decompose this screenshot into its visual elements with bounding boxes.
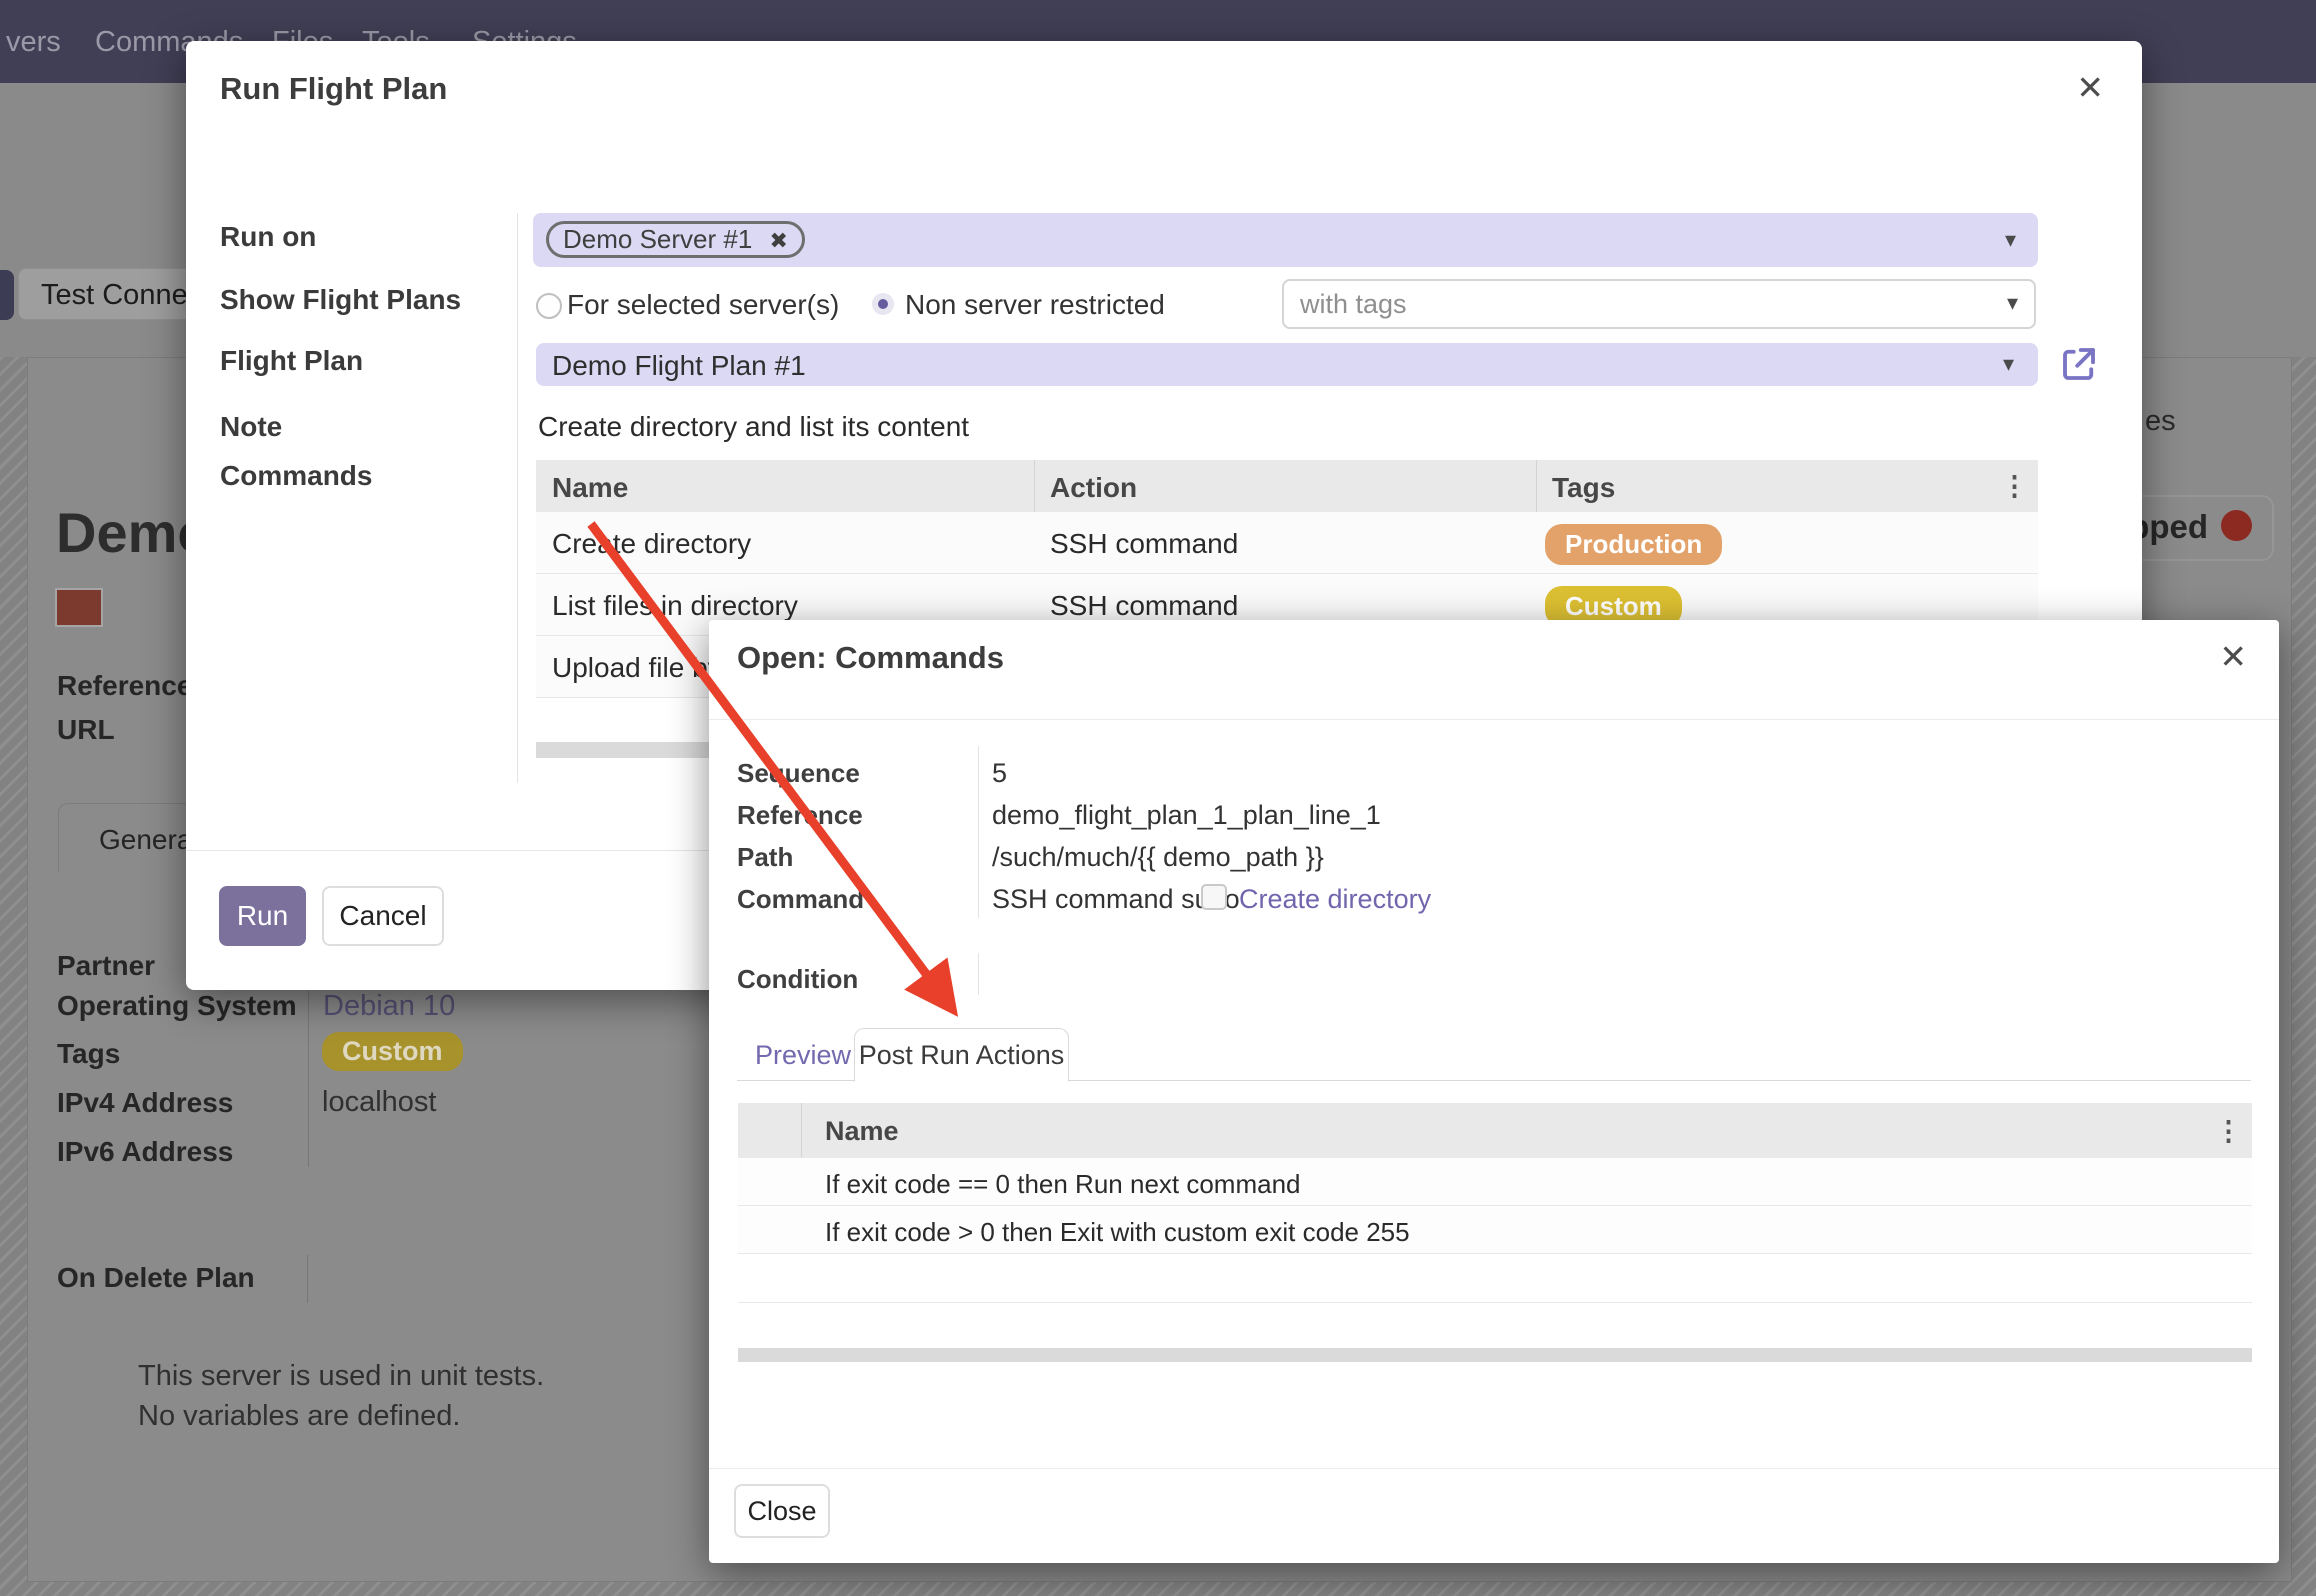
radio-non-server-restricted-label[interactable]: Non server restricted bbox=[905, 289, 1165, 321]
flight-plan-select[interactable]: Demo Flight Plan #1 ▾ bbox=[536, 343, 2038, 386]
row-divider bbox=[738, 1302, 2252, 1303]
label-divider bbox=[978, 746, 979, 918]
footer-divider bbox=[709, 1468, 2279, 1469]
plan-description: Create directory and list its content bbox=[538, 411, 969, 443]
table-row[interactable]: If exit code == 0 then Run next command bbox=[738, 1158, 2252, 1206]
table-row[interactable]: If exit code > 0 then Exit with custom e… bbox=[738, 1206, 2252, 1254]
unit-test-note-line2: No variables are defined. bbox=[138, 1400, 460, 1433]
column-divider bbox=[1034, 460, 1035, 512]
create-directory-checkbox[interactable] bbox=[1201, 884, 1227, 910]
server-tag-label: Demo Server #1 bbox=[563, 224, 752, 254]
radio-non-server-restricted[interactable] bbox=[872, 293, 894, 315]
sequence-label: Sequence bbox=[737, 758, 860, 789]
server-tag-badge: Custom bbox=[322, 1032, 463, 1071]
open-commands-modal: Open: Commands ✕ Sequence Reference Path… bbox=[709, 620, 2279, 1563]
nav-item-servers[interactable]: vers bbox=[6, 26, 61, 59]
ipv4-label: IPv4 Address bbox=[57, 1087, 233, 1119]
column-divider bbox=[1536, 460, 1537, 512]
ipv4-value: localhost bbox=[322, 1086, 436, 1119]
header-divider bbox=[709, 719, 2279, 720]
row-action: SSH command bbox=[1050, 590, 1238, 622]
modal-title: Run Flight Plan bbox=[220, 71, 447, 107]
path-value: /such/much/{{ demo_path }} bbox=[992, 842, 1324, 873]
on-delete-plan-label: On Delete Plan bbox=[57, 1262, 255, 1294]
ipv6-label: IPv6 Address bbox=[57, 1136, 233, 1168]
with-tags-placeholder: with tags bbox=[1300, 289, 1407, 320]
color-swatch[interactable] bbox=[55, 588, 103, 627]
show-flight-plans-label: Show Flight Plans bbox=[220, 284, 461, 316]
col-name[interactable]: Name bbox=[825, 1116, 899, 1147]
os-value-link[interactable]: Debian 10 bbox=[323, 990, 455, 1023]
row-name: List files in directory bbox=[552, 590, 798, 622]
form-divider bbox=[307, 1255, 308, 1303]
reference-label: Reference bbox=[737, 800, 863, 831]
table-row[interactable]: Create directory SSH command Production bbox=[536, 512, 2038, 574]
commands-label: Commands bbox=[220, 460, 372, 492]
reference-label: Reference bbox=[57, 670, 192, 702]
external-link-icon[interactable] bbox=[2058, 343, 2100, 385]
unit-test-note-line1: This server is used in unit tests. bbox=[138, 1360, 544, 1393]
tags-label: Tags bbox=[57, 1038, 120, 1070]
path-label: Path bbox=[737, 842, 793, 873]
command-label: Command bbox=[737, 884, 864, 915]
close-button[interactable]: Close bbox=[734, 1484, 830, 1538]
os-label: Operating System bbox=[57, 990, 297, 1022]
reference-value: demo_flight_plan_1_plan_line_1 bbox=[992, 800, 1381, 831]
row-name: Create directory bbox=[552, 528, 751, 560]
app-window: vers Commands Files Tools Settings Test … bbox=[0, 0, 2316, 1596]
condition-label: Condition bbox=[737, 964, 858, 995]
row-action: SSH command bbox=[1050, 528, 1238, 560]
radio-selected-servers-label[interactable]: For selected server(s) bbox=[567, 289, 839, 321]
row-name: If exit code == 0 then Run next command bbox=[825, 1169, 1301, 1200]
label-divider bbox=[517, 213, 518, 783]
table-options-icon[interactable]: ⋮ bbox=[2001, 471, 2028, 502]
create-directory-link[interactable]: Create directory bbox=[1239, 884, 1431, 915]
run-on-label: Run on bbox=[220, 221, 316, 253]
row-tag-badge: Production bbox=[1545, 524, 1722, 565]
col-tags[interactable]: Tags bbox=[1552, 472, 1615, 504]
run-on-field[interactable]: Demo Server #1 ✖ ▾ bbox=[533, 213, 2038, 267]
chevron-down-icon[interactable]: ▾ bbox=[2005, 227, 2016, 253]
chevron-down-icon[interactable]: ▾ bbox=[2007, 290, 2018, 316]
col-name[interactable]: Name bbox=[552, 472, 628, 504]
remove-tag-icon[interactable]: ✖ bbox=[770, 228, 788, 253]
col-action[interactable]: Action bbox=[1050, 472, 1137, 504]
edit-button-fragment[interactable] bbox=[0, 270, 14, 320]
chatter-tab-fragment[interactable]: es bbox=[2145, 405, 2176, 438]
cancel-button[interactable]: Cancel bbox=[322, 886, 444, 946]
tab-preview[interactable]: Preview bbox=[755, 1040, 851, 1071]
server-tag-chip[interactable]: Demo Server #1 ✖ bbox=[546, 221, 805, 258]
with-tags-select[interactable]: with tags ▾ bbox=[1282, 279, 2036, 329]
partner-label: Partner bbox=[57, 950, 155, 982]
close-icon[interactable]: ✕ bbox=[2219, 640, 2247, 673]
flight-plan-value: Demo Flight Plan #1 bbox=[552, 350, 806, 382]
run-button[interactable]: Run bbox=[219, 886, 306, 946]
row-divider bbox=[738, 1253, 2252, 1254]
row-name: If exit code > 0 then Exit with custom e… bbox=[825, 1217, 1410, 1248]
commands-table-header: Name Action Tags ⋮ bbox=[536, 460, 2038, 512]
label-divider bbox=[978, 953, 979, 995]
general-tab-label: General bbox=[99, 824, 199, 856]
row-name: Upload file by bbox=[552, 652, 722, 684]
chevron-down-icon[interactable]: ▾ bbox=[2003, 351, 2014, 377]
column-divider bbox=[801, 1103, 802, 1158]
sequence-value: 5 bbox=[992, 758, 1007, 789]
modal-title: Open: Commands bbox=[737, 640, 1004, 676]
radio-selected-servers[interactable] bbox=[536, 293, 562, 319]
close-icon[interactable]: ✕ bbox=[2076, 71, 2104, 104]
url-label: URL bbox=[57, 714, 115, 746]
table-scrollbar[interactable] bbox=[738, 1348, 2252, 1362]
post-run-table-header: Name ⋮ bbox=[738, 1103, 2252, 1158]
status-dot-icon bbox=[2221, 510, 2252, 541]
table-options-icon[interactable]: ⋮ bbox=[2215, 1116, 2242, 1147]
tab-post-run-actions[interactable]: Post Run Actions bbox=[854, 1028, 1069, 1082]
flight-plan-label: Flight Plan bbox=[220, 345, 363, 377]
note-label: Note bbox=[220, 411, 282, 443]
